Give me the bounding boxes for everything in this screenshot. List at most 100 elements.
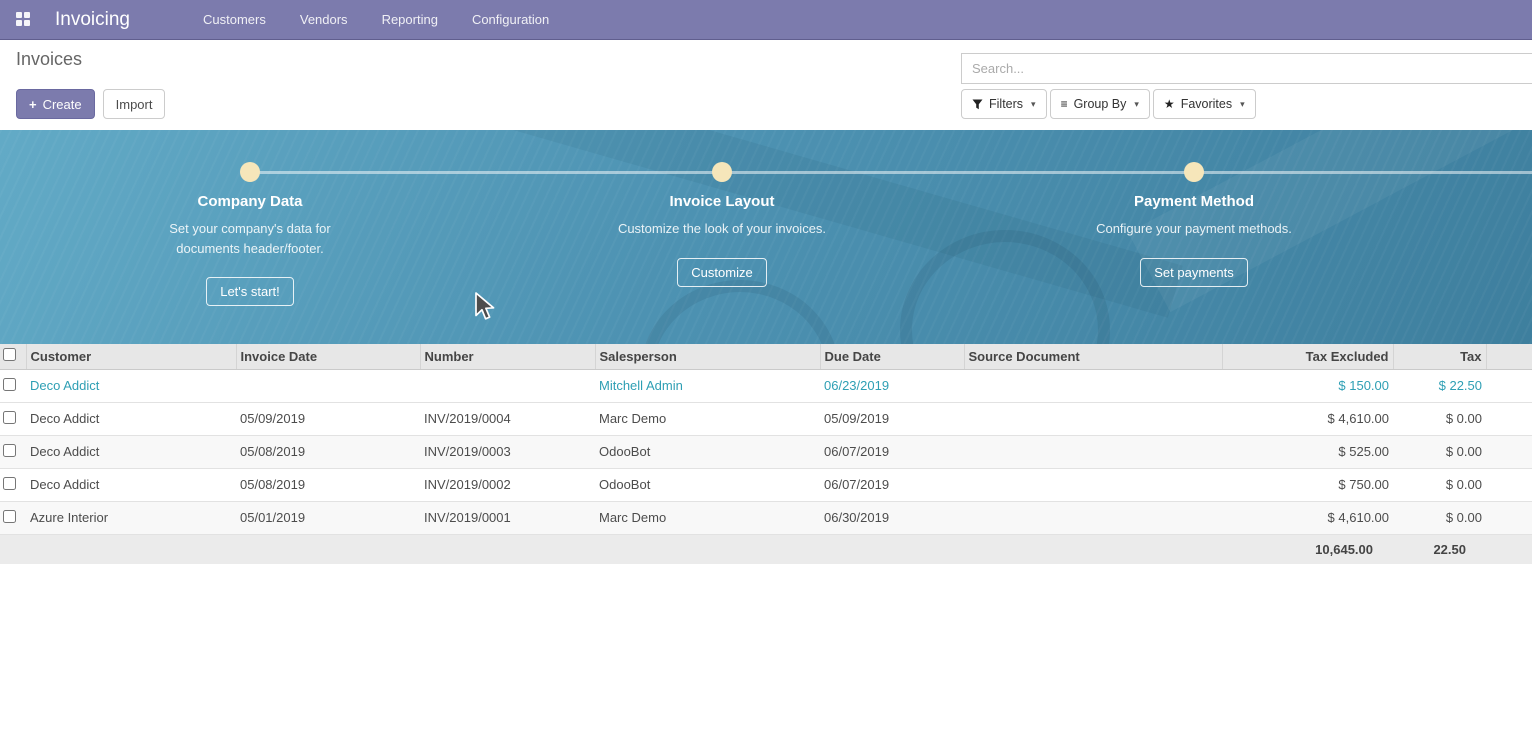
select-all-cell <box>0 344 26 369</box>
star-icon: ★ <box>1164 97 1175 111</box>
invoice-list-table: Customer Invoice Date Number Salesperson… <box>0 344 1532 564</box>
cell-tax-excluded: $ 150.00 <box>1222 369 1393 402</box>
cell-salesperson: Mitchell Admin <box>595 369 820 402</box>
page-title: Invoices <box>16 49 82 70</box>
cell-number: INV/2019/0002 <box>420 468 595 501</box>
table-row[interactable]: Deco Addict 05/09/2019 INV/2019/0004 Mar… <box>0 402 1532 435</box>
step-description: Customize the look of your invoices. <box>616 219 828 239</box>
chevron-down-icon: ▾ <box>1031 99 1036 110</box>
step-title: Payment Method <box>1044 193 1344 210</box>
cell-source-document <box>964 435 1222 468</box>
cell-number: INV/2019/0003 <box>420 435 595 468</box>
row-checkbox[interactable] <box>3 411 16 424</box>
cell-tax-excluded: $ 750.00 <box>1222 468 1393 501</box>
app-title[interactable]: Invoicing <box>55 9 130 31</box>
cell-invoice-date: 05/09/2019 <box>236 402 420 435</box>
favorites-button[interactable]: ★ Favorites ▾ <box>1153 89 1256 119</box>
onboarding-step-company-data: Company Data Set your company's data for… <box>100 193 400 306</box>
menu-item-reporting[interactable]: Reporting <box>365 0 455 39</box>
create-button[interactable]: + Create <box>16 89 95 119</box>
favorites-button-label: Favorites <box>1181 97 1232 111</box>
cell-source-document <box>964 501 1222 534</box>
column-header-tax-excluded[interactable]: Tax Excluded <box>1222 344 1393 369</box>
step-description: Set your company's data for documents he… <box>144 219 356 258</box>
table-row[interactable]: Deco Addict 05/08/2019 INV/2019/0002 Odo… <box>0 468 1532 501</box>
cell-source-document <box>964 402 1222 435</box>
group-by-button-label: Group By <box>1074 97 1127 111</box>
cell-number: INV/2019/0001 <box>420 501 595 534</box>
column-header-customer[interactable]: Customer <box>26 344 236 369</box>
column-header-source-document[interactable]: Source Document <box>964 344 1222 369</box>
search-options: Filters ▾ ≡ Group By ▾ ★ Favorites ▾ <box>961 89 1256 119</box>
filters-button-label: Filters <box>989 97 1023 111</box>
menu-item-customers[interactable]: Customers <box>186 0 283 39</box>
set-payments-button[interactable]: Set payments <box>1140 258 1248 287</box>
cell-source-document <box>964 369 1222 402</box>
table-footer: 10,645.00 22.50 <box>0 534 1532 564</box>
cell-number <box>420 369 595 402</box>
cell-customer: Deco Addict <box>26 468 236 501</box>
cell-due-date: 06/07/2019 <box>820 468 964 501</box>
group-by-button[interactable]: ≡ Group By ▾ <box>1050 89 1150 119</box>
onboarding-step-dot <box>240 162 260 182</box>
chevron-down-icon: ▾ <box>1240 99 1245 110</box>
column-header-due-date[interactable]: Due Date <box>820 344 964 369</box>
cell-due-date: 06/23/2019 <box>820 369 964 402</box>
row-checkbox[interactable] <box>3 378 16 391</box>
cell-salesperson: Marc Demo <box>595 402 820 435</box>
group-by-icon: ≡ <box>1061 97 1068 111</box>
column-header-salesperson[interactable]: Salesperson <box>595 344 820 369</box>
main-menu: Customers Vendors Reporting Configuratio… <box>186 0 566 39</box>
cell-salesperson: Marc Demo <box>595 501 820 534</box>
onboarding-step-dot <box>1184 162 1204 182</box>
cell-tax-excluded: $ 4,610.00 <box>1222 501 1393 534</box>
onboarding-step-dot <box>712 162 732 182</box>
step-description: Configure your payment methods. <box>1088 219 1300 239</box>
cell-customer: Deco Addict <box>26 402 236 435</box>
plus-icon: + <box>29 97 37 112</box>
search-input[interactable] <box>961 53 1532 84</box>
step-title: Company Data <box>100 193 400 210</box>
menu-item-configuration[interactable]: Configuration <box>455 0 566 39</box>
import-button[interactable]: Import <box>103 89 166 119</box>
cell-due-date: 05/09/2019 <box>820 402 964 435</box>
cell-customer: Azure Interior <box>26 501 236 534</box>
table-header: Customer Invoice Date Number Salesperson… <box>0 344 1532 369</box>
lets-start-button[interactable]: Let's start! <box>206 277 294 306</box>
cell-customer: Deco Addict <box>26 435 236 468</box>
column-header-tax[interactable]: Tax <box>1393 344 1486 369</box>
apps-grid-icon[interactable] <box>16 12 31 27</box>
column-header-invoice-date[interactable]: Invoice Date <box>236 344 420 369</box>
onboarding-step-invoice-layout: Invoice Layout Customize the look of you… <box>572 193 872 287</box>
cell-number: INV/2019/0004 <box>420 402 595 435</box>
total-tax-excluded: 10,645.00 <box>1222 534 1393 564</box>
chevron-down-icon: ▾ <box>1134 99 1139 110</box>
onboarding-step-payment-method: Payment Method Configure your payment me… <box>1044 193 1344 287</box>
cell-invoice-date <box>236 369 420 402</box>
action-buttons: + Create Import <box>16 89 165 119</box>
column-header-number[interactable]: Number <box>420 344 595 369</box>
cell-tax: $ 0.00 <box>1393 435 1486 468</box>
customize-button[interactable]: Customize <box>677 258 766 287</box>
row-checkbox[interactable] <box>3 510 16 523</box>
filter-funnel-icon <box>972 99 983 110</box>
row-checkbox[interactable] <box>3 477 16 490</box>
cell-tax-excluded: $ 4,610.00 <box>1222 402 1393 435</box>
column-header-spacer <box>1486 344 1532 369</box>
onboarding-banner: Company Data Set your company's data for… <box>0 130 1532 344</box>
menu-item-vendors[interactable]: Vendors <box>283 0 365 39</box>
table-row[interactable]: Deco Addict 05/08/2019 INV/2019/0003 Odo… <box>0 435 1532 468</box>
cell-invoice-date: 05/08/2019 <box>236 468 420 501</box>
table-row[interactable]: Deco Addict Mitchell Admin 06/23/2019 $ … <box>0 369 1532 402</box>
onboarding-progress-line <box>250 171 1532 174</box>
cell-tax: $ 0.00 <box>1393 501 1486 534</box>
control-panel: Invoices + Create Import Filters ▾ ≡ Gro… <box>0 40 1532 130</box>
row-checkbox[interactable] <box>3 444 16 457</box>
import-button-label: Import <box>116 97 153 112</box>
step-title: Invoice Layout <box>572 193 872 210</box>
filters-button[interactable]: Filters ▾ <box>961 89 1047 119</box>
cell-source-document <box>964 468 1222 501</box>
table-row[interactable]: Azure Interior 05/01/2019 INV/2019/0001 … <box>0 501 1532 534</box>
select-all-checkbox[interactable] <box>3 348 16 361</box>
cell-tax: $ 22.50 <box>1393 369 1486 402</box>
